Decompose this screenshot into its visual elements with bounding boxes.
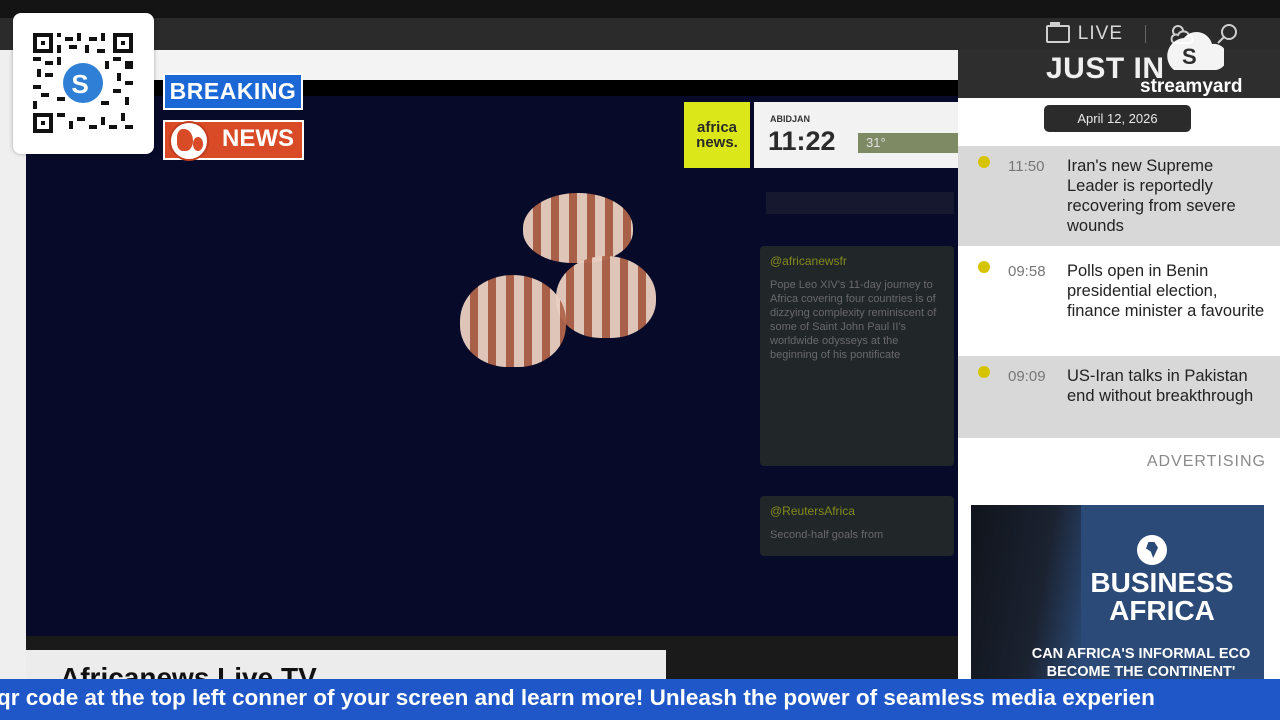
africanews-logo: africa news.: [684, 102, 750, 168]
svg-text:S: S: [1182, 44, 1197, 69]
ad-title: BUSINESS AFRICA: [1090, 567, 1234, 626]
news-time: 09:58: [1008, 263, 1046, 280]
clock-temperature: 31°: [858, 133, 958, 153]
news-time: 11:50: [1008, 158, 1045, 175]
qr-code-icon: S: [33, 33, 133, 133]
svg-text:S: S: [71, 69, 88, 99]
news-badge: NEWS: [163, 120, 304, 161]
tweet-handle: @ReutersAfrica: [770, 504, 855, 518]
news-item[interactable]: 11:50 Iran's new Supreme Leader is repor…: [958, 146, 1280, 246]
clock-time: 11:22: [768, 126, 836, 156]
channel-clock: ABIDJAN 11:22 31°: [754, 102, 958, 168]
header-divider: [1145, 25, 1146, 43]
just-in-panel: JUST IN S streamyard April 12, 2026 11:5…: [958, 32, 1280, 680]
news-bullet-icon: [978, 261, 990, 273]
site-header: LIVE: [0, 18, 1280, 50]
africanews-logo-line2: news.: [696, 134, 738, 151]
news-title: Polls open in Benin presidential electio…: [1067, 262, 1265, 320]
tweet-card: @ReutersAfrica Second-half goals from: [760, 496, 954, 556]
date-badge: April 12, 2026: [1044, 105, 1191, 132]
news-ticker: qr code at the top left conner of your s…: [0, 679, 1280, 720]
video-side-bar: [766, 192, 954, 214]
news-title: US-Iran talks in Pakistan end without br…: [1067, 367, 1254, 405]
streamyard-watermark: streamyard: [1140, 76, 1243, 97]
africanews-logo-line1: africa: [696, 119, 738, 136]
advertisement-banner[interactable]: BUSINESS AFRICA CAN AFRICA'S INFORMAL EC…: [971, 505, 1264, 680]
ad-subtitle-line1: CAN AFRICA'S INFORMAL ECO: [1031, 646, 1251, 662]
live-video-player[interactable]: africa news. ABIDJAN 11:22 31° @africane…: [26, 80, 958, 680]
tweet-body: Pope Leo XIV's 11-day journey to Africa …: [770, 279, 937, 361]
tweet-card: @africanewsfr Pope Leo XIV's 11-day jour…: [760, 246, 954, 466]
news-title: Iran's new Supreme Leader is reportedly …: [1067, 157, 1236, 235]
tweet-body: Second-half goals from: [770, 529, 884, 541]
live-label: LIVE: [1077, 23, 1123, 44]
news-item[interactable]: 09:58 Polls open in Benin presidential e…: [958, 251, 1280, 351]
news-bullet-icon: [978, 156, 990, 168]
ad-subtitle: CAN AFRICA'S INFORMAL ECO BECOME THE CON…: [1011, 645, 1264, 680]
globe-icon: [169, 121, 209, 161]
parachute-image: [556, 256, 656, 338]
africa-map-icon: [1137, 535, 1167, 565]
window-top-bar: [0, 0, 1280, 18]
breaking-label: BREAKING: [163, 73, 303, 110]
video-caption: Africanews Live TV: [60, 662, 317, 680]
news-label: NEWS: [222, 125, 294, 152]
qr-code-card[interactable]: S: [13, 13, 154, 154]
ticker-text: qr code at the top left conner of your s…: [0, 685, 1155, 710]
tv-icon: [1045, 22, 1070, 43]
tweet-handle: @africanewsfr: [770, 254, 847, 268]
news-time: 09:09: [1008, 368, 1046, 385]
news-bullet-icon: [978, 366, 990, 378]
live-button[interactable]: LIVE: [1045, 22, 1123, 45]
parachute-image: [523, 193, 633, 263]
just-in-header: JUST IN S streamyard: [958, 32, 1280, 98]
advertising-label: ADVERTISING: [1146, 453, 1266, 470]
ad-subtitle-line2: BECOME THE CONTINENT': [1046, 664, 1236, 680]
streamyard-logo-icon: S: [1167, 32, 1224, 70]
clock-city: ABIDJAN: [770, 114, 811, 124]
news-item[interactable]: 09:09 US-Iran talks in Pakistan end with…: [958, 356, 1280, 438]
parachute-image: [460, 275, 566, 367]
